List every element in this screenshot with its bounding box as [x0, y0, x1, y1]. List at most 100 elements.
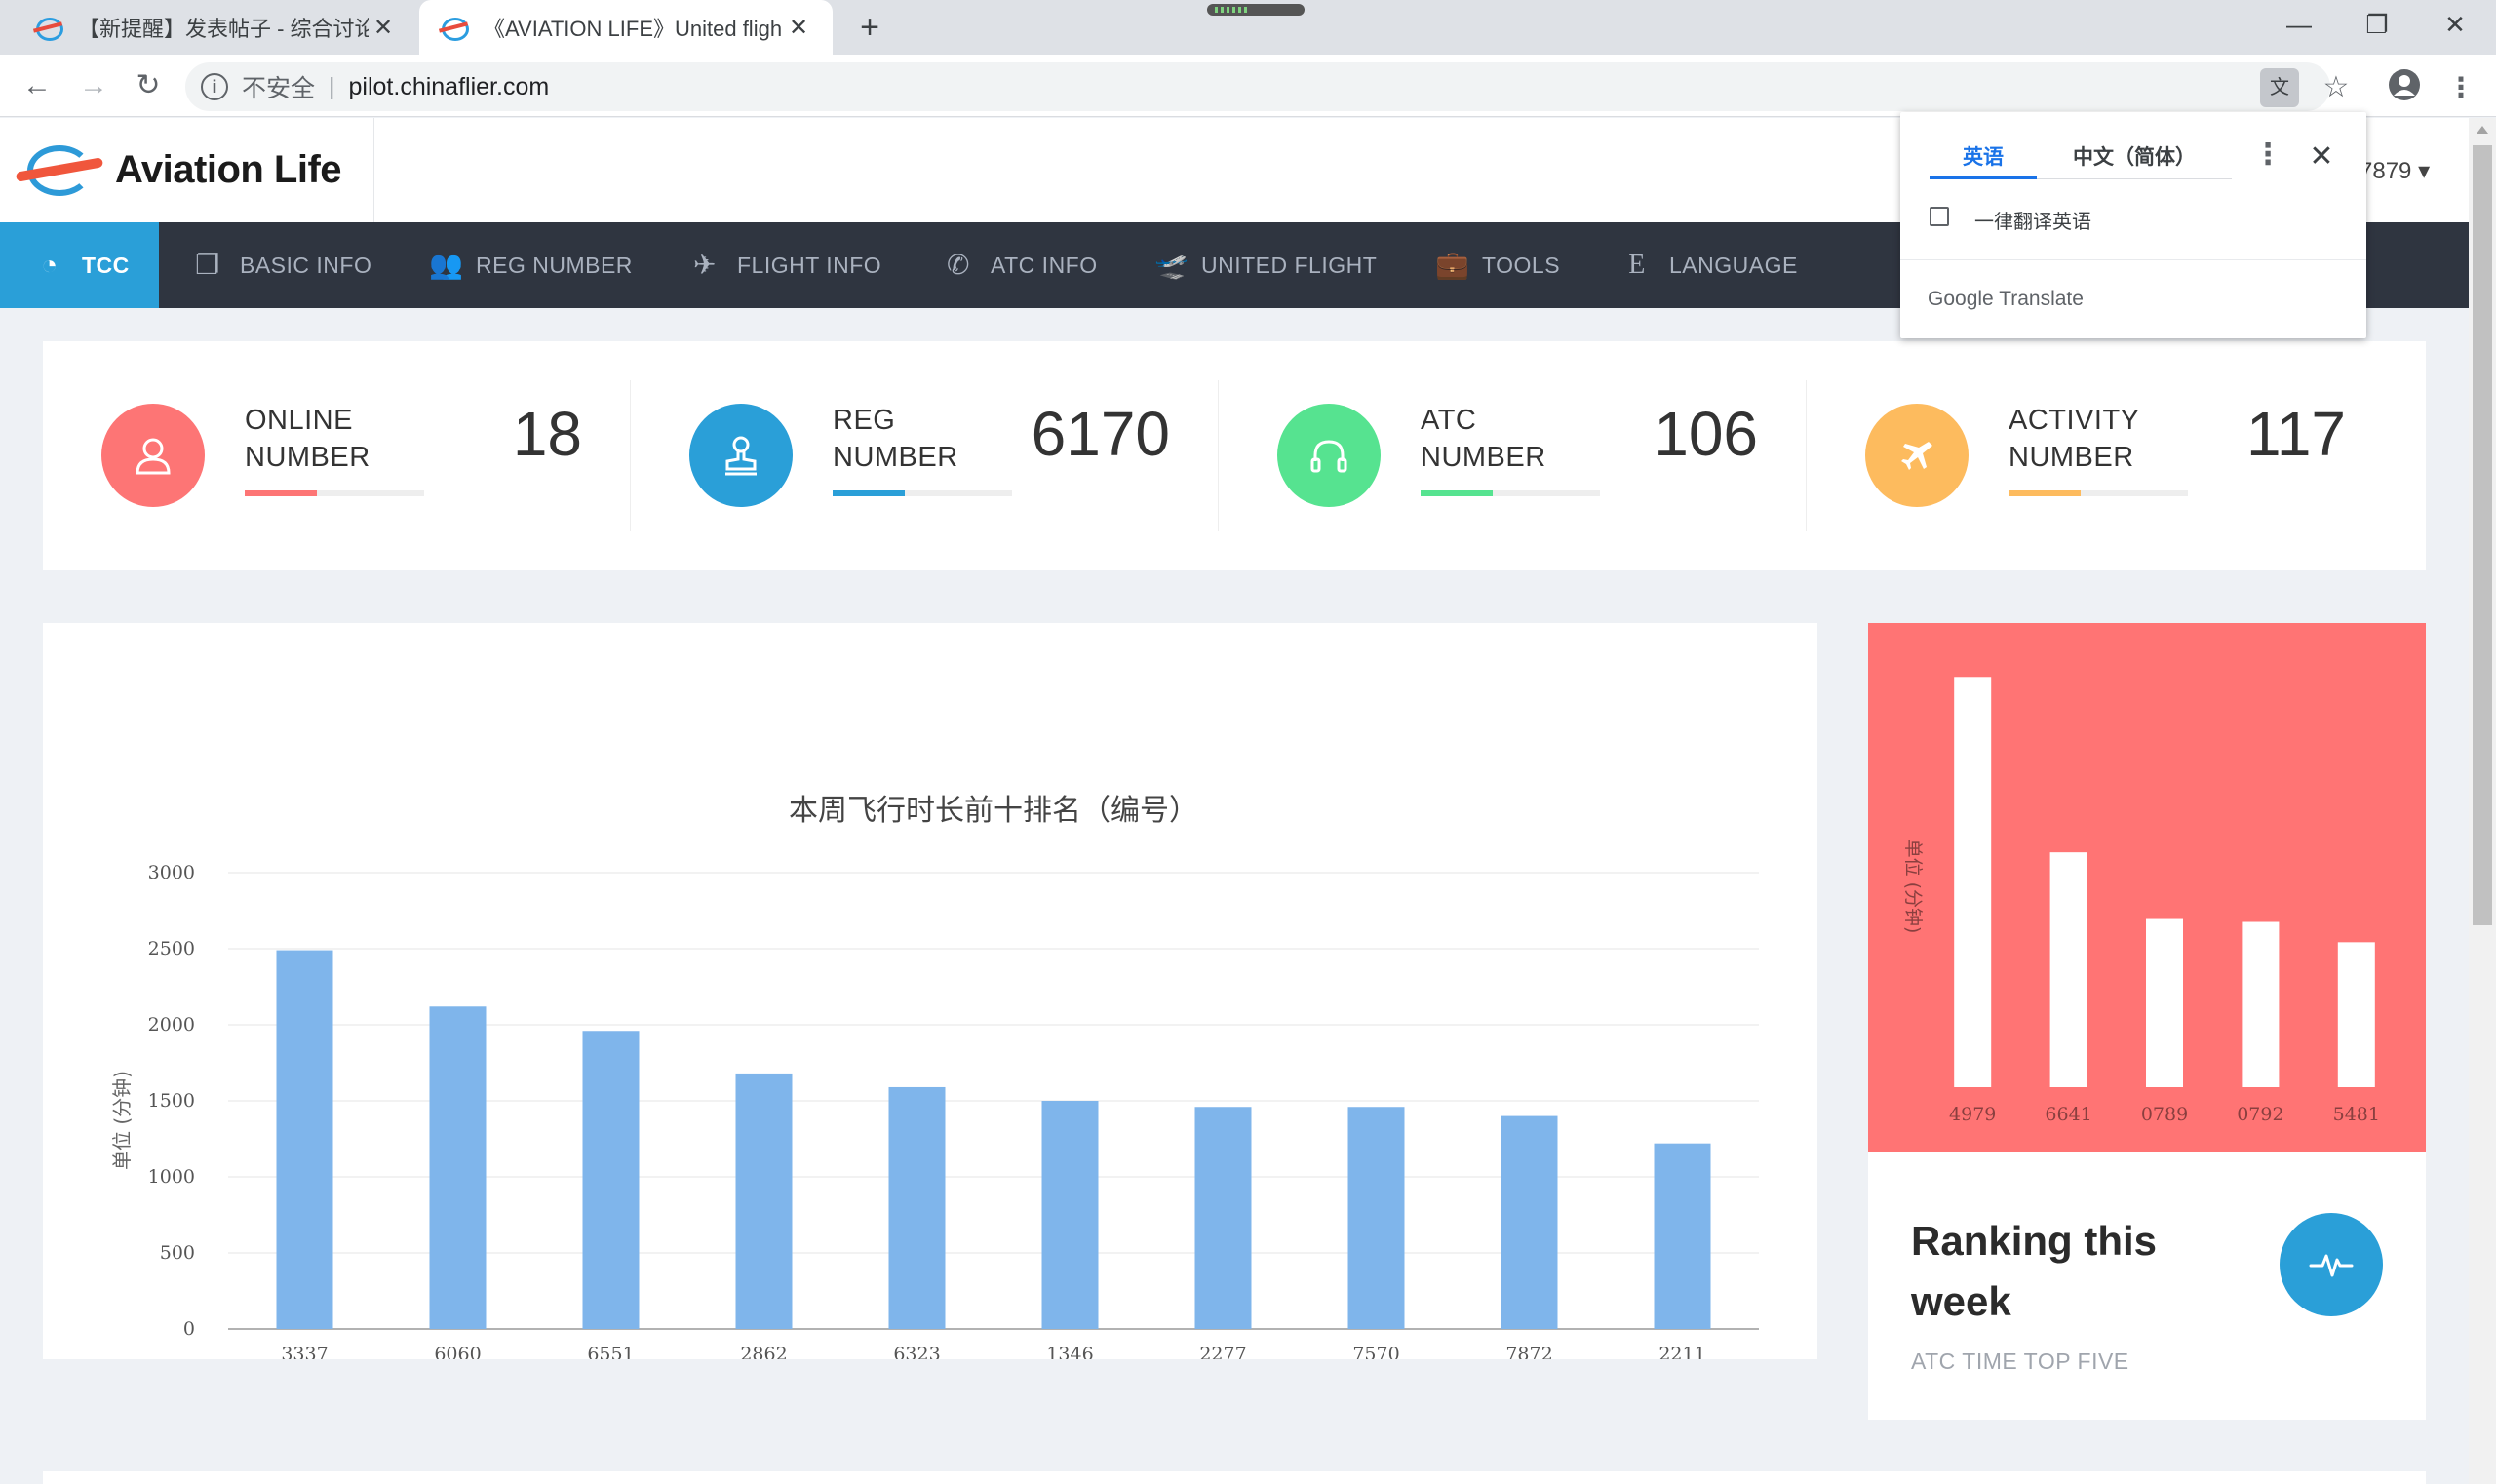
nav-item-united-flight[interactable]: 🛫 UNITED FLIGHT	[1154, 222, 1377, 308]
stat-atc-number: ATC NUMBER 106	[1219, 341, 1807, 570]
x-tick-label: 7872	[1505, 1344, 1552, 1359]
new-tab-button[interactable]: +	[850, 6, 889, 49]
logo-icon	[15, 139, 104, 200]
forward-arrow-icon[interactable]: →	[72, 64, 115, 107]
user-menu[interactable]: 7879 ▾	[2360, 157, 2430, 185]
stat-progress-fill	[1421, 490, 1493, 496]
nav-item-language[interactable]: E LANGUAGE	[1622, 222, 1798, 308]
airplane-icon	[1901, 442, 1932, 470]
y-axis-label: 单位 (分钟)	[110, 1071, 134, 1170]
google-translate-logo: Google Translate	[1928, 288, 2084, 310]
translate-close-icon[interactable]: ✕	[2302, 136, 2341, 178]
bookmark-star-icon[interactable]: ☆	[2317, 68, 2356, 107]
bar	[888, 1086, 946, 1329]
stat-value: 18	[512, 399, 582, 469]
site-logo[interactable]: Aviation Life	[15, 139, 342, 200]
bar	[429, 1006, 487, 1329]
stat-circle	[689, 404, 793, 507]
x-tick-label: 3337	[281, 1344, 328, 1359]
translate-icon[interactable]: 文	[2260, 68, 2299, 107]
copy-icon: ❐	[195, 250, 220, 280]
weekly-flight-time-chart-card: 本周飞行时长前十排名（编号） 0 500 1000 1500 2000 2500 3000 33…	[43, 623, 1817, 1359]
nav-item-atc-info[interactable]: ✆ ATC INFO	[944, 222, 1098, 308]
header-divider	[373, 118, 374, 222]
briefcase-icon: 💼	[1435, 250, 1470, 280]
atc-top-five-chart-card: 4979 6641 0789 0792 5481 单位 (分钟)	[1868, 623, 2426, 1152]
nav-item-basic-info[interactable]: ❐ BASIC INFO	[193, 222, 371, 308]
browser-tab-forum[interactable]: 【新提醒】发表帖子 - 综合讨论 - ✕	[14, 0, 417, 55]
y-tick-label: 1000	[148, 1166, 195, 1188]
nav-item-flight-info[interactable]: ✈ FLIGHT INFO	[690, 222, 881, 308]
always-translate-checkbox[interactable]	[1930, 207, 1949, 226]
bar	[276, 950, 333, 1329]
translate-tab-target[interactable]: 中文（简体）	[2037, 137, 2232, 179]
security-label: 不安全	[242, 75, 316, 102]
stat-value: 6170	[1031, 399, 1170, 469]
window-restore-button[interactable]: ❐	[2338, 0, 2416, 49]
atc-top-five-chart: 4979 6641 0789 0792 5481 单位 (分钟)	[1902, 677, 2380, 1125]
tab-title: 【新提醒】发表帖子 - 综合讨论 -	[78, 17, 369, 41]
stat-circle	[1865, 404, 1969, 507]
tab-title: 《AVIATION LIFE》United fligh	[484, 17, 783, 41]
tab-close-icon[interactable]: ✕	[369, 14, 398, 42]
rank-bar	[2337, 942, 2375, 1087]
bar	[582, 1031, 640, 1329]
logo-text: Aviation Life	[115, 147, 342, 191]
nav-item-tools[interactable]: 💼 TOOLS	[1435, 222, 1560, 308]
stat-activity-number: ACTIVITY NUMBER 117	[1807, 341, 2395, 570]
scroll-up-arrow-icon[interactable]	[2476, 126, 2488, 134]
stat-progress-fill	[2008, 490, 2081, 496]
ranking-card: 4979 6641 0789 0792 5481 单位 (分钟) Ranking this…	[1868, 623, 2426, 1420]
rank-bar	[2049, 852, 2087, 1087]
window-minimize-button[interactable]: —	[2260, 0, 2338, 49]
site-favicon-icon	[33, 16, 63, 41]
back-arrow-icon[interactable]: ←	[16, 64, 58, 107]
rank-x-tick-label: 0789	[2141, 1104, 2188, 1125]
profile-avatar-icon[interactable]	[2385, 68, 2424, 107]
address-bar[interactable]: i 不安全 | pilot.chinaflier.com	[185, 62, 2330, 111]
address-separator: |	[329, 72, 335, 100]
app-root: 【新提醒】发表帖子 - 综合讨论 - ✕ 《AVIATION LIFE》Unit…	[0, 0, 2496, 1484]
translate-footer: Google Translate	[1900, 259, 2366, 338]
page-scrollbar[interactable]	[2469, 118, 2496, 1484]
nav-label: TOOLS	[1482, 252, 1561, 278]
nav-label: FLIGHT INFO	[737, 252, 882, 278]
browser-menu-icon[interactable]: ⋮	[2441, 68, 2480, 107]
nav-label: UNITED FLIGHT	[1201, 252, 1378, 278]
tab-close-icon[interactable]: ✕	[784, 14, 813, 42]
reload-icon[interactable]: ↻	[127, 64, 170, 107]
stat-value: 117	[2245, 399, 2346, 469]
browser-toolbar: ← → ↻ i 不安全 | pilot.chinaflier.com 文 ☆ ⋮	[0, 55, 2496, 117]
browser-tab-aviation-life[interactable]: 《AVIATION LIFE》United fligh ✕	[419, 0, 833, 55]
rank-bar	[1954, 677, 1992, 1087]
url-text[interactable]: pilot.chinaflier.com	[349, 73, 550, 101]
nav-item-reg-number[interactable]: 👥 REG NUMBER	[429, 222, 633, 308]
departure-icon: 🛫	[1154, 250, 1190, 280]
x-tick-label: 6551	[587, 1344, 634, 1359]
bar	[1347, 1107, 1405, 1329]
translate-tab-source[interactable]: 英语	[1930, 137, 2037, 179]
always-translate-label[interactable]: 一律翻译英语	[1974, 206, 2091, 234]
x-tick-label: 7570	[1352, 1344, 1399, 1359]
stat-value: 106	[1654, 399, 1758, 469]
window-close-button[interactable]: ✕	[2416, 0, 2494, 49]
nav-label: LANGUAGE	[1669, 252, 1798, 278]
stat-label: REG NUMBER	[833, 405, 958, 473]
x-tick-label: 1346	[1046, 1344, 1093, 1359]
y-tick-label: 2000	[148, 1014, 195, 1035]
info-icon[interactable]: i	[201, 73, 228, 100]
loading-indicator	[1207, 4, 1305, 16]
nav-label: TCC	[82, 252, 130, 278]
scrollbar-thumb[interactable]	[2473, 145, 2492, 925]
x-tick-label: 6060	[434, 1344, 481, 1359]
chart-title: 本周飞行时长前十排名（编号）	[789, 794, 1198, 828]
stat-label: ACTIVITY NUMBER	[2008, 405, 2140, 473]
bar	[1654, 1143, 1711, 1329]
translate-more-icon[interactable]: ⋮	[2253, 136, 2282, 178]
nav-item-tcc[interactable]: ◔ TCC	[0, 222, 159, 308]
stat-label: ONLINE NUMBER	[245, 405, 370, 473]
x-tick-label: 2277	[1199, 1344, 1246, 1359]
y-tick-label: 2500	[148, 938, 195, 959]
stat-progress	[833, 490, 1012, 496]
stat-circle	[101, 404, 205, 507]
